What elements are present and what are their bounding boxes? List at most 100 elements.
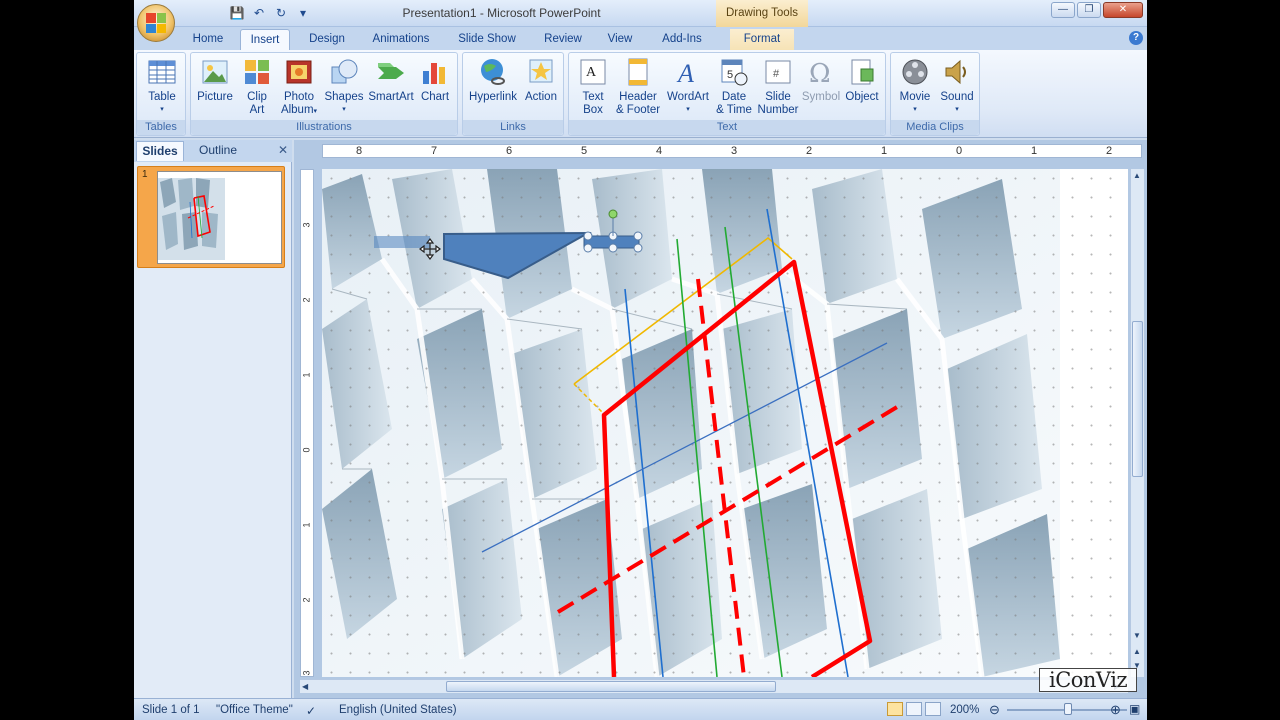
blue-guide-line-1[interactable] xyxy=(624,288,664,677)
horizontal-scroll-thumb[interactable] xyxy=(446,681,776,692)
film-reel-icon xyxy=(902,59,928,85)
table-button[interactable]: Table ▾ xyxy=(140,55,184,116)
ruler-h-number: 1 xyxy=(881,145,888,157)
action-star-icon xyxy=(529,59,553,83)
clip-art-icon xyxy=(245,60,269,84)
scroll-left-icon[interactable]: ◀ xyxy=(302,682,308,691)
shapes-button[interactable]: Shapes ▾ xyxy=(323,55,365,116)
group-label-media-clips: Media Clips xyxy=(891,120,979,135)
zoom-in-icon[interactable]: ⊕ xyxy=(1110,702,1121,718)
tab-view[interactable]: View xyxy=(602,29,638,50)
scroll-up-icon[interactable]: ▲ xyxy=(1133,171,1141,180)
ruler-h-number: 6 xyxy=(506,145,513,157)
office-button[interactable] xyxy=(137,4,175,42)
svg-text:A: A xyxy=(676,59,694,87)
thumbnail-preview xyxy=(158,172,281,263)
picture-button[interactable]: Picture xyxy=(193,55,237,104)
wordart-button[interactable]: A WordArt ▾ xyxy=(663,55,713,116)
clip-art-button[interactable]: Clip Art xyxy=(239,55,275,116)
tab-animations[interactable]: Animations xyxy=(366,29,436,50)
ruler-v-number: 2 xyxy=(301,597,312,603)
ruler-h-number: 4 xyxy=(656,145,663,157)
zoom-out-icon[interactable]: ⊖ xyxy=(989,702,1000,718)
minimize-button[interactable]: — xyxy=(1051,2,1075,18)
header-footer-button[interactable]: Header & Footer xyxy=(613,55,663,116)
ruler-v-number: 1 xyxy=(301,522,312,528)
vertical-scrollbar[interactable]: ▲ ▼ ▲ ▼ xyxy=(1130,169,1144,677)
thin-rectangle-shape[interactable] xyxy=(374,236,430,248)
scroll-down-icon[interactable]: ▼ xyxy=(1133,631,1141,640)
powerpoint-window: 💾 ↶ ↻ ▾ Presentation1 - Microsoft PowerP… xyxy=(134,0,1147,720)
green-guide-line-1[interactable] xyxy=(676,238,718,677)
group-label-tables: Tables xyxy=(137,120,185,135)
group-label-links: Links xyxy=(463,120,563,135)
rotation-handle[interactable] xyxy=(608,209,618,219)
slide-canvas[interactable] xyxy=(322,169,1128,677)
table-icon xyxy=(148,60,176,84)
vertical-scroll-thumb[interactable] xyxy=(1132,321,1143,477)
ribbon: Table ▾ Tables Picture Clip Art Photo Al… xyxy=(134,50,1147,138)
close-pane-icon[interactable]: ✕ xyxy=(278,143,288,157)
restore-button[interactable]: ❐ xyxy=(1077,2,1101,18)
action-button[interactable]: Action xyxy=(521,55,561,104)
group-tables: Table ▾ Tables xyxy=(136,52,186,136)
ruler-v-number: 0 xyxy=(301,447,312,453)
tab-slide-show[interactable]: Slide Show xyxy=(452,29,522,50)
spell-check-icon[interactable]: ✓ xyxy=(306,704,316,718)
zoom-level[interactable]: 200% xyxy=(950,704,979,716)
ruler-h-number: 2 xyxy=(1106,145,1113,157)
slide-number-button[interactable]: # Slide Number xyxy=(755,55,801,116)
tab-slides[interactable]: Slides xyxy=(136,141,184,161)
hyperlink-button[interactable]: Hyperlink xyxy=(465,55,521,104)
smartart-button[interactable]: SmartArt xyxy=(367,55,415,104)
tab-insert[interactable]: Insert xyxy=(240,29,290,50)
previous-slide-icon[interactable]: ▲ xyxy=(1133,647,1141,656)
photo-album-button[interactable]: Photo Album▾ xyxy=(277,55,321,118)
text-box-button[interactable]: A Text Box xyxy=(573,55,613,116)
chart-button[interactable]: Chart xyxy=(415,55,455,104)
tab-add-ins[interactable]: Add-Ins xyxy=(654,29,710,50)
symbol-button[interactable]: Ω Symbol xyxy=(801,55,841,104)
tab-design[interactable]: Design xyxy=(302,29,352,50)
status-bar: Slide 1 of 1 "Office Theme" ✓ English (U… xyxy=(134,698,1147,720)
group-label-text: Text xyxy=(569,120,885,135)
date-time-button[interactable]: 5 Date & Time xyxy=(713,55,755,116)
ruler-v-number: 2 xyxy=(301,297,312,303)
svg-text:Ω: Ω xyxy=(809,59,831,87)
tab-outline[interactable]: Outline xyxy=(190,141,246,161)
movie-button[interactable]: Movie ▾ xyxy=(893,55,937,116)
sound-button[interactable]: Sound ▾ xyxy=(937,55,977,116)
chart-icon xyxy=(423,63,445,84)
language-indicator: English (United States) xyxy=(339,704,457,716)
zoom-slider-knob[interactable] xyxy=(1064,703,1072,715)
normal-view-icon[interactable] xyxy=(887,702,903,716)
ruler-h-number: 5 xyxy=(581,145,588,157)
tab-home[interactable]: Home xyxy=(188,29,228,50)
close-button[interactable]: ✕ xyxy=(1103,2,1143,18)
slide-thumbnail-selected[interactable]: 1 xyxy=(137,166,285,268)
slide-editor: 87654321012 3210123 ▲ ▼ ▲ ▼ ◀ xyxy=(294,140,1147,698)
red-dashed-vertical[interactable] xyxy=(696,278,746,677)
fit-to-window-icon[interactable]: ▣ xyxy=(1129,702,1140,716)
slide-count: Slide 1 of 1 xyxy=(142,704,200,716)
slide-thumbnail[interactable] xyxy=(157,171,282,264)
tab-format[interactable]: Format xyxy=(730,29,794,50)
picture-icon xyxy=(202,60,228,84)
omega-icon: Ω xyxy=(809,59,831,87)
ruler-h-number: 3 xyxy=(731,145,738,157)
title-bar: 💾 ↶ ↻ ▾ Presentation1 - Microsoft PowerP… xyxy=(134,0,1147,27)
ruler-v-number: 3 xyxy=(301,222,312,228)
tab-review[interactable]: Review xyxy=(538,29,588,50)
photo-album-icon xyxy=(286,60,312,84)
object-button[interactable]: Object xyxy=(841,55,883,104)
slide-sorter-view-icon[interactable] xyxy=(906,702,922,716)
help-icon[interactable]: ? xyxy=(1129,31,1143,45)
selected-freeform-shape[interactable] xyxy=(443,231,592,280)
theme-name: "Office Theme" xyxy=(216,704,293,716)
horizontal-scrollbar[interactable]: ◀ ▶ xyxy=(300,679,1128,693)
drawing-tools-context-tab: Drawing Tools xyxy=(716,0,808,27)
yellow-dashed-segment[interactable] xyxy=(573,383,606,416)
svg-text:#: # xyxy=(773,68,780,80)
slide-show-view-icon[interactable] xyxy=(925,702,941,716)
drawing-shapes xyxy=(374,208,904,677)
